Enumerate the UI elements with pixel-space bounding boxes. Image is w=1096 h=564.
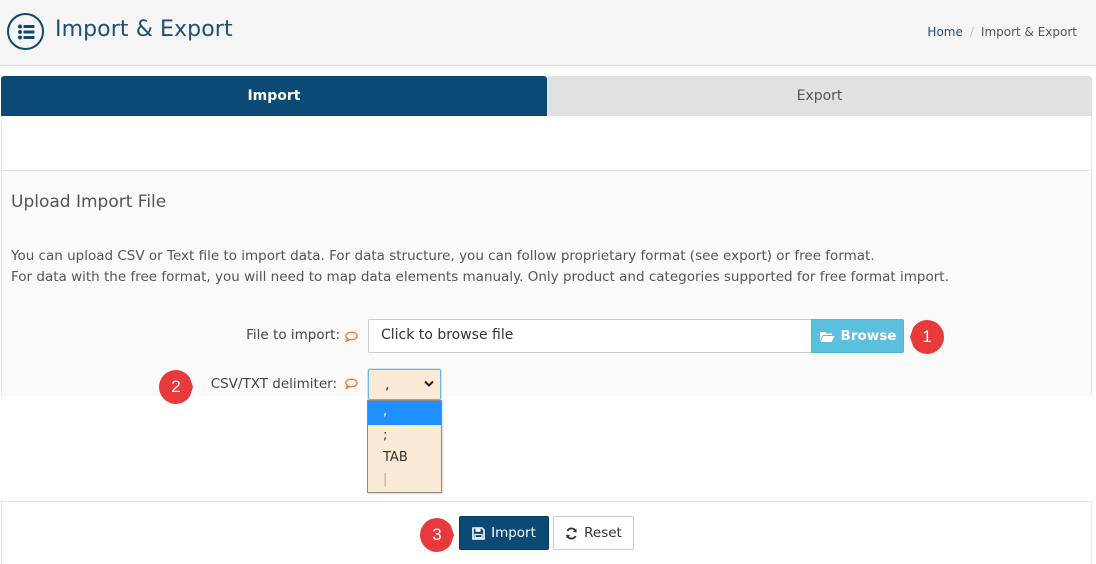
folder-open-icon bbox=[819, 331, 835, 342]
step-marker-3: 3 bbox=[420, 518, 454, 552]
file-input[interactable]: Click to browse file bbox=[368, 319, 812, 353]
step-marker-1: 1 bbox=[910, 320, 944, 354]
section-title: Upload Import File bbox=[11, 192, 167, 212]
page-title: Import & Export bbox=[55, 17, 233, 42]
chevron-down-icon bbox=[424, 380, 434, 387]
comment-help-icon[interactable] bbox=[344, 331, 358, 343]
import-export-tabs: Import Export bbox=[1, 76, 1092, 116]
description-line-1: You can upload CSV or Text file to impor… bbox=[11, 248, 875, 264]
delimiter-option[interactable]: TAB bbox=[368, 447, 441, 469]
delimiter-select[interactable]: , bbox=[368, 369, 441, 400]
breadcrumb-separator: / bbox=[969, 25, 974, 39]
delimiter-dropdown-list: , ; TAB | bbox=[367, 400, 442, 493]
file-to-import-label: File to import: bbox=[246, 327, 340, 343]
browse-button[interactable]: Browse bbox=[811, 319, 904, 353]
section-description: You can upload CSV or Text file to impor… bbox=[11, 246, 1081, 288]
browse-label: Browse bbox=[840, 328, 897, 344]
page-background bbox=[0, 396, 1096, 501]
delimiter-label: CSV/TXT delimiter: bbox=[210, 376, 337, 392]
reset-button[interactable]: Reset bbox=[553, 516, 634, 550]
step-number: 3 bbox=[432, 525, 442, 544]
save-icon bbox=[472, 526, 485, 540]
breadcrumb-home-link[interactable]: Home bbox=[927, 25, 962, 39]
reset-label: Reset bbox=[584, 525, 622, 541]
import-button[interactable]: Import bbox=[459, 516, 549, 550]
list-circle-icon bbox=[7, 13, 44, 50]
tab-import[interactable]: Import bbox=[1, 76, 547, 116]
delimiter-selected-value: , bbox=[385, 376, 390, 393]
breadcrumb: Home / Import & Export bbox=[927, 25, 1077, 39]
step-number: 1 bbox=[922, 327, 932, 346]
import-label: Import bbox=[491, 525, 536, 541]
step-marker-2: 2 bbox=[159, 370, 193, 404]
page-header: Import & Export Home / Import & Export bbox=[0, 0, 1096, 66]
breadcrumb-current: Import & Export bbox=[980, 25, 1077, 39]
delimiter-option[interactable]: , bbox=[368, 401, 441, 425]
tab-export[interactable]: Export bbox=[547, 76, 1092, 116]
delimiter-option[interactable]: ; bbox=[368, 425, 441, 447]
refresh-icon bbox=[566, 527, 578, 539]
step-number: 2 bbox=[171, 377, 181, 396]
description-line-2: For data with the free format, you will … bbox=[11, 269, 949, 285]
delimiter-option[interactable]: | bbox=[368, 469, 441, 491]
tab-panel-header bbox=[1, 116, 1092, 171]
comment-help-icon[interactable] bbox=[344, 378, 358, 390]
